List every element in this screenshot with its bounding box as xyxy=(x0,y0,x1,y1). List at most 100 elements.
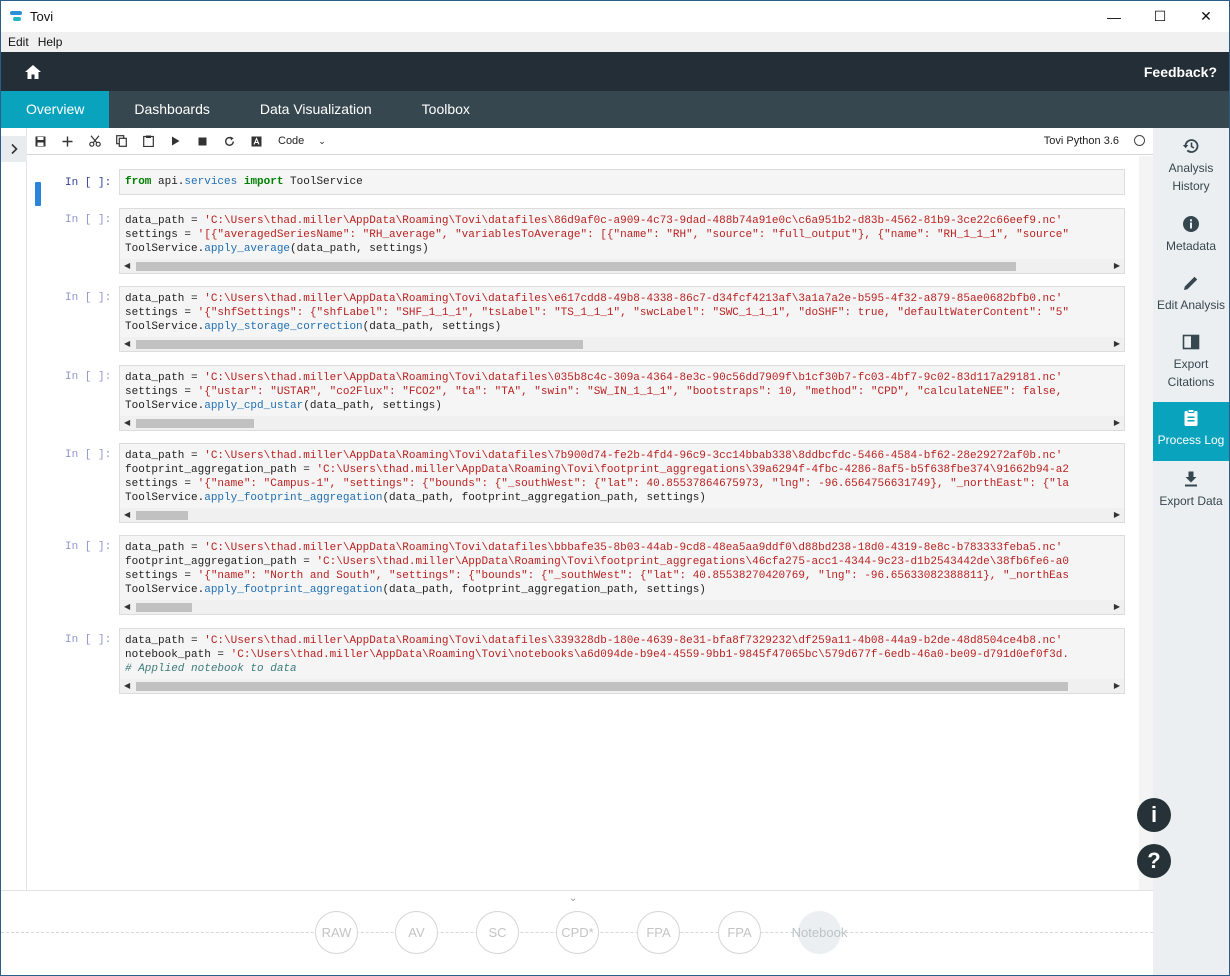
horizontal-scrollbar[interactable]: ◀ ▶ xyxy=(120,679,1124,693)
code-input[interactable]: data_path = 'C:\Users\thad.miller\AppDat… xyxy=(119,286,1125,352)
horizontal-scrollbar[interactable]: ◀ ▶ xyxy=(120,600,1124,614)
menu-bar: Edit Help xyxy=(1,32,1229,52)
code-block: data_path = 'C:\Users\thad.miller\AppDat… xyxy=(125,372,1063,412)
scroll-right-icon[interactable]: ▶ xyxy=(1114,681,1120,690)
scroll-left-icon[interactable]: ◀ xyxy=(124,339,130,348)
scroll-thumb[interactable] xyxy=(136,682,1068,691)
selected-cell-indicator xyxy=(35,182,41,206)
scroll-thumb[interactable] xyxy=(136,603,192,612)
window-title: Tovi xyxy=(30,9,54,24)
scroll-right-icon[interactable]: ▶ xyxy=(1114,339,1120,348)
scroll-thumb[interactable] xyxy=(136,262,1016,271)
book-icon xyxy=(1182,334,1200,350)
code-input[interactable]: data_path = 'C:\Users\thad.miller\AppDat… xyxy=(119,443,1125,523)
notebook-area: In [ ]: from api.services import ToolSer… xyxy=(27,156,1139,891)
sidebar-item-export-citations[interactable]: Export Citations xyxy=(1153,332,1229,392)
tab-overview[interactable]: Overview xyxy=(1,91,110,128)
expand-left-panel-button[interactable] xyxy=(1,136,27,162)
pipeline-step-notebook[interactable]: Notebook xyxy=(792,911,847,954)
code-input[interactable]: data_path = 'C:\Users\thad.miller\AppDat… xyxy=(119,535,1125,615)
sidebar-label: Export Data xyxy=(1159,494,1223,508)
pipeline-step-fpa[interactable]: FPA xyxy=(637,911,680,954)
minimize-button[interactable]: — xyxy=(1091,1,1137,32)
notebook-vertical-scrollbar[interactable] xyxy=(1139,156,1153,891)
collapse-pipeline-icon[interactable]: ⌄ xyxy=(569,893,577,904)
sidebar-item-edit-analysis[interactable]: Edit Analysis xyxy=(1153,273,1229,315)
scroll-thumb[interactable] xyxy=(136,419,254,428)
pipeline-step-cpd[interactable]: CPD* xyxy=(556,911,599,954)
close-button[interactable]: ✕ xyxy=(1183,1,1229,32)
horizontal-scrollbar[interactable]: ◀ ▶ xyxy=(120,337,1124,351)
sidebar-item-analysis-history[interactable]: Analysis History xyxy=(1153,136,1229,196)
sidebar-label: Analysis xyxy=(1168,161,1214,175)
menu-help[interactable]: Help xyxy=(38,35,63,49)
clipboard-icon xyxy=(1184,409,1198,426)
horizontal-scrollbar[interactable]: ◀ ▶ xyxy=(120,416,1124,430)
kernel-name: Tovi Python 3.6 xyxy=(1043,135,1119,147)
pencil-icon xyxy=(1184,276,1198,290)
help-button[interactable]: ? xyxy=(1137,844,1171,878)
horizontal-scrollbar[interactable]: ◀ ▶ xyxy=(120,508,1124,522)
cell-prompt: In [ ]: xyxy=(65,177,112,189)
app-header: Feedback? xyxy=(1,52,1229,91)
sidebar-item-process-log[interactable]: Process Log xyxy=(1153,402,1229,461)
main-tabs: Overview Dashboards Data Visualization T… xyxy=(1,91,1229,128)
save-button[interactable] xyxy=(27,128,54,155)
scroll-left-icon[interactable]: ◀ xyxy=(124,681,130,690)
cell-prompt: In [ ]: xyxy=(65,371,112,383)
pipeline-step-av[interactable]: AV xyxy=(395,911,438,954)
tab-toolbox[interactable]: Toolbox xyxy=(397,91,495,128)
scroll-right-icon[interactable]: ▶ xyxy=(1114,418,1120,427)
run-cell-button[interactable] xyxy=(162,128,189,155)
pipeline-step-raw[interactable]: RAW xyxy=(315,911,358,954)
home-icon[interactable] xyxy=(23,62,43,82)
copy-icon xyxy=(116,135,127,147)
sidebar-item-metadata[interactable]: Metadata xyxy=(1153,214,1229,256)
scroll-left-icon[interactable]: ◀ xyxy=(124,510,130,519)
paste-button[interactable] xyxy=(135,128,162,155)
horizontal-scrollbar[interactable]: ◀ ▶ xyxy=(120,259,1124,273)
scroll-left-icon[interactable]: ◀ xyxy=(124,418,130,427)
code-input[interactable]: data_path = 'C:\Users\thad.miller\AppDat… xyxy=(119,628,1125,694)
insert-cell-button[interactable] xyxy=(54,128,81,155)
menu-edit[interactable]: Edit xyxy=(8,35,29,49)
refresh-icon xyxy=(225,136,234,146)
scroll-left-icon[interactable]: ◀ xyxy=(124,602,130,611)
scroll-right-icon[interactable]: ▶ xyxy=(1114,510,1120,519)
sidebar-item-export-data[interactable]: Export Data xyxy=(1153,469,1229,511)
scroll-right-icon[interactable]: ▶ xyxy=(1114,261,1120,270)
scroll-thumb[interactable] xyxy=(136,511,188,520)
cell-prompt: In [ ]: xyxy=(65,634,112,646)
code-block: data_path = 'C:\Users\thad.miller\AppDat… xyxy=(125,215,1069,255)
interrupt-kernel-button[interactable] xyxy=(189,128,216,155)
cell-prompt: In [ ]: xyxy=(65,541,112,553)
pipeline-step-sc[interactable]: SC xyxy=(476,911,519,954)
pipeline-step-fpa[interactable]: FPA xyxy=(718,911,761,954)
tab-dashboards[interactable]: Dashboards xyxy=(109,91,235,128)
cut-button[interactable] xyxy=(81,128,108,155)
code-input[interactable]: data_path = 'C:\Users\thad.miller\AppDat… xyxy=(119,365,1125,431)
command-palette-button[interactable] xyxy=(243,128,270,155)
keyboard-icon xyxy=(251,136,262,146)
scroll-left-icon[interactable]: ◀ xyxy=(124,261,130,270)
title-bar: Tovi — ☐ ✕ xyxy=(1,1,1229,32)
info-button[interactable]: i xyxy=(1137,798,1171,832)
tovi-logo-icon xyxy=(10,10,24,24)
app-window: Tovi — ☐ ✕ Edit Help Feedback? Overview … xyxy=(0,0,1230,976)
sidebar-label: Export xyxy=(1173,357,1209,371)
code-block: data_path = 'C:\Users\thad.miller\AppDat… xyxy=(125,542,1069,596)
save-icon xyxy=(35,136,46,146)
copy-button[interactable] xyxy=(108,128,135,155)
plus-icon xyxy=(62,136,73,146)
code-input[interactable]: from api.services import ToolService xyxy=(119,169,1125,195)
cell-type-select[interactable]: Code ⌄ xyxy=(278,135,338,147)
maximize-button[interactable]: ☐ xyxy=(1137,1,1183,32)
tab-data-visualization[interactable]: Data Visualization xyxy=(235,91,397,128)
feedback-link[interactable]: Feedback? xyxy=(1144,64,1217,80)
scroll-right-icon[interactable]: ▶ xyxy=(1114,602,1120,611)
scroll-thumb[interactable] xyxy=(136,340,583,349)
cell-prompt: In [ ]: xyxy=(65,292,112,304)
chevron-down-icon: ⌄ xyxy=(318,135,326,146)
code-input[interactable]: data_path = 'C:\Users\thad.miller\AppDat… xyxy=(119,208,1125,274)
restart-kernel-button[interactable] xyxy=(216,128,243,155)
